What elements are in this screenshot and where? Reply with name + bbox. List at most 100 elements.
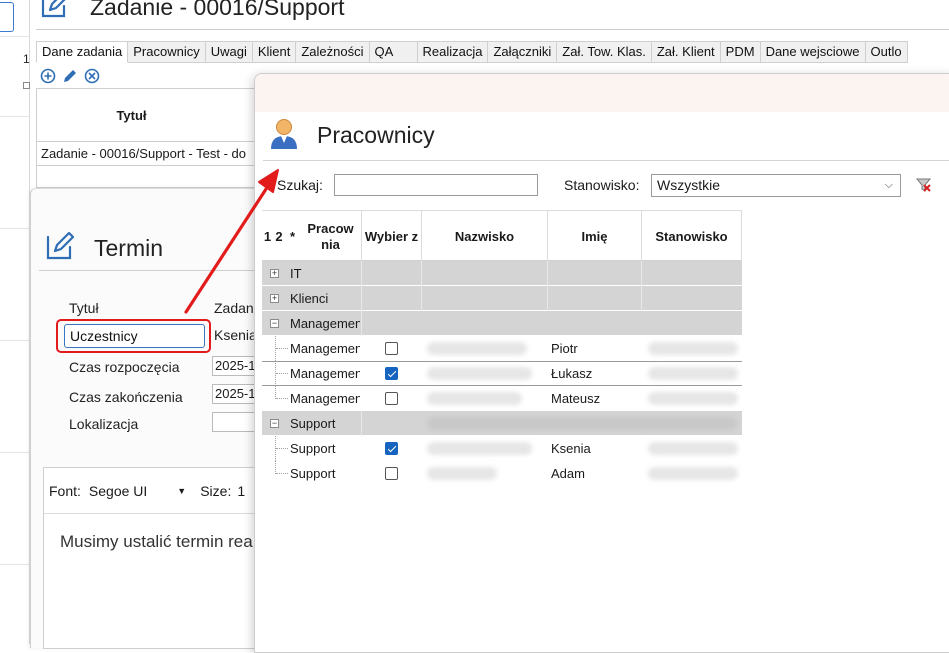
- tytul-label: Tytuł: [69, 300, 99, 316]
- search-label: Szukaj:: [277, 177, 323, 193]
- employees-grid: 1 2 * Pracow nia Wybier z Nazwisko Imię …: [262, 210, 742, 486]
- size-select[interactable]: 1: [237, 483, 245, 499]
- group-row-support[interactable]: − Support: [262, 411, 742, 436]
- user-icon: [271, 119, 297, 149]
- group-row-klienci[interactable]: + Klienci: [262, 286, 742, 311]
- select-checkbox[interactable]: [385, 367, 398, 380]
- tab-qa[interactable]: QA: [369, 41, 418, 63]
- left-panel: 1: [0, 0, 30, 644]
- redacted-position: [648, 367, 738, 380]
- tab-bar: Dane zadania Pracownicy Uwagi Klient Zal…: [36, 41, 908, 63]
- window-title: Zadanie - 00016/Support: [90, 0, 345, 20]
- redacted-surname: [427, 342, 527, 355]
- row-imie: Piotr: [551, 341, 578, 356]
- uczestnicy-value: Ksenia: [214, 327, 257, 343]
- termin-window: Termin Tytuł Zadan Uczestnicy Ksenia Cza…: [30, 188, 272, 649]
- search-input[interactable]: [334, 174, 538, 196]
- uczestnicy-button[interactable]: Uczestnicy: [64, 324, 205, 348]
- edit-icon[interactable]: [62, 68, 78, 84]
- group-row-management[interactable]: − Management: [262, 311, 742, 336]
- font-label: Font:: [49, 482, 81, 499]
- position-value: Wszystkie: [657, 177, 720, 193]
- group-label: Klienci: [290, 291, 329, 306]
- tab-pdm[interactable]: PDM: [720, 41, 761, 63]
- redacted-surname: [427, 467, 497, 480]
- group-label: Support: [290, 416, 336, 431]
- row-pracownia: Management: [290, 366, 360, 381]
- col-stanowisko[interactable]: Stanowisko: [642, 211, 742, 262]
- row-pracownia: Support: [290, 466, 336, 481]
- table-row[interactable]: Management Piotr: [262, 336, 742, 361]
- row-number: 1: [23, 52, 30, 66]
- tab-dane-zadania[interactable]: Dane zadania: [36, 41, 129, 63]
- collapse-icon[interactable]: −: [270, 319, 279, 328]
- col-1[interactable]: 1: [262, 211, 273, 262]
- group-row-it[interactable]: + IT: [262, 261, 742, 286]
- select-checkbox[interactable]: [385, 467, 398, 480]
- row-pracownia: Support: [290, 441, 336, 456]
- tab-pracownicy[interactable]: Pracownicy: [128, 41, 206, 63]
- collapse-icon[interactable]: [23, 82, 30, 89]
- row-pracownia: Management: [290, 391, 360, 406]
- redacted-position: [648, 442, 738, 455]
- table-row[interactable]: Zadanie - 00016/Support - Test - do: [37, 142, 266, 166]
- pracownicy-dialog: Pracownicy Szukaj: Stanowisko: Wszystkie…: [254, 73, 949, 653]
- tab-uwagi[interactable]: Uwagi: [205, 41, 253, 63]
- add-icon[interactable]: [40, 68, 56, 84]
- group-label: IT: [290, 266, 302, 281]
- select-checkbox[interactable]: [385, 342, 398, 355]
- divider: [0, 36, 30, 37]
- collapse-icon[interactable]: −: [270, 419, 279, 428]
- redacted-surname: [427, 392, 522, 405]
- tab-klient[interactable]: Klient: [252, 41, 297, 63]
- edit-note-icon: [46, 231, 75, 260]
- tab-zaleznosci[interactable]: Zależności: [296, 41, 370, 63]
- tytul-value[interactable]: Zadan: [214, 300, 254, 316]
- size-label: Size:: [200, 482, 232, 499]
- select-checkbox[interactable]: [385, 442, 398, 455]
- chevron-down-icon[interactable]: ⌵: [885, 175, 893, 196]
- chevron-down-icon[interactable]: ▼: [177, 486, 186, 496]
- tab-zal-tow-klas[interactable]: Zał. Tow. Klas.: [557, 41, 652, 63]
- redacted-position: [648, 467, 738, 480]
- tab-zalaczniki[interactable]: Załączniki: [488, 41, 558, 63]
- expand-icon[interactable]: +: [270, 269, 279, 278]
- table-row[interactable]: Support Adam: [262, 461, 742, 486]
- table-row[interactable]: Management Łukasz: [262, 361, 742, 386]
- editor-body[interactable]: Musimy ustalić termin rea: [44, 514, 271, 552]
- font-select[interactable]: Segoe UI: [89, 483, 147, 499]
- redacted-group-info: [427, 417, 737, 430]
- group-label: Management: [290, 316, 360, 331]
- divider: [0, 116, 30, 117]
- delete-icon[interactable]: [84, 68, 100, 84]
- select-checkbox[interactable]: [385, 392, 398, 405]
- table-row[interactable]: Management Mateusz: [262, 386, 742, 411]
- row-imie: Ksenia: [551, 441, 591, 456]
- tab-realizacja[interactable]: Realizacja: [417, 41, 489, 63]
- clear-filter-icon[interactable]: [915, 176, 933, 194]
- divider: [263, 160, 949, 161]
- col-star[interactable]: *: [285, 211, 300, 262]
- col-2[interactable]: 2: [273, 211, 285, 262]
- start-label: Czas rozpoczęcia: [69, 359, 180, 375]
- task-grid: Tytuł Zadanie - 00016/Support - Test - d…: [36, 88, 266, 188]
- location-label: Lokalizacja: [69, 416, 139, 432]
- row-imie: Łukasz: [551, 366, 593, 381]
- col-wybierz[interactable]: Wybier z: [362, 211, 422, 262]
- table-row[interactable]: Support Ksenia: [262, 436, 742, 461]
- document-icon: [0, 2, 14, 32]
- col-nazwisko[interactable]: Nazwisko: [422, 211, 548, 262]
- col-imie[interactable]: Imię: [548, 211, 642, 262]
- grid-header-tytul[interactable]: Tytuł: [37, 89, 266, 142]
- tab-dane-wejsciowe[interactable]: Dane wejsciowe: [760, 41, 866, 63]
- divider: [0, 340, 30, 341]
- tab-outlook[interactable]: Outlo: [865, 41, 908, 63]
- col-pracownia[interactable]: Pracow nia: [300, 211, 362, 262]
- tab-zal-klient[interactable]: Zał. Klient: [651, 41, 721, 63]
- position-label: Stanowisko:: [564, 177, 640, 193]
- expand-icon[interactable]: +: [270, 294, 279, 303]
- position-select[interactable]: Wszystkie ⌵: [651, 174, 901, 197]
- dialog-titlebar: [255, 74, 949, 112]
- edit-note-icon: [41, 0, 66, 18]
- redacted-position: [648, 342, 738, 355]
